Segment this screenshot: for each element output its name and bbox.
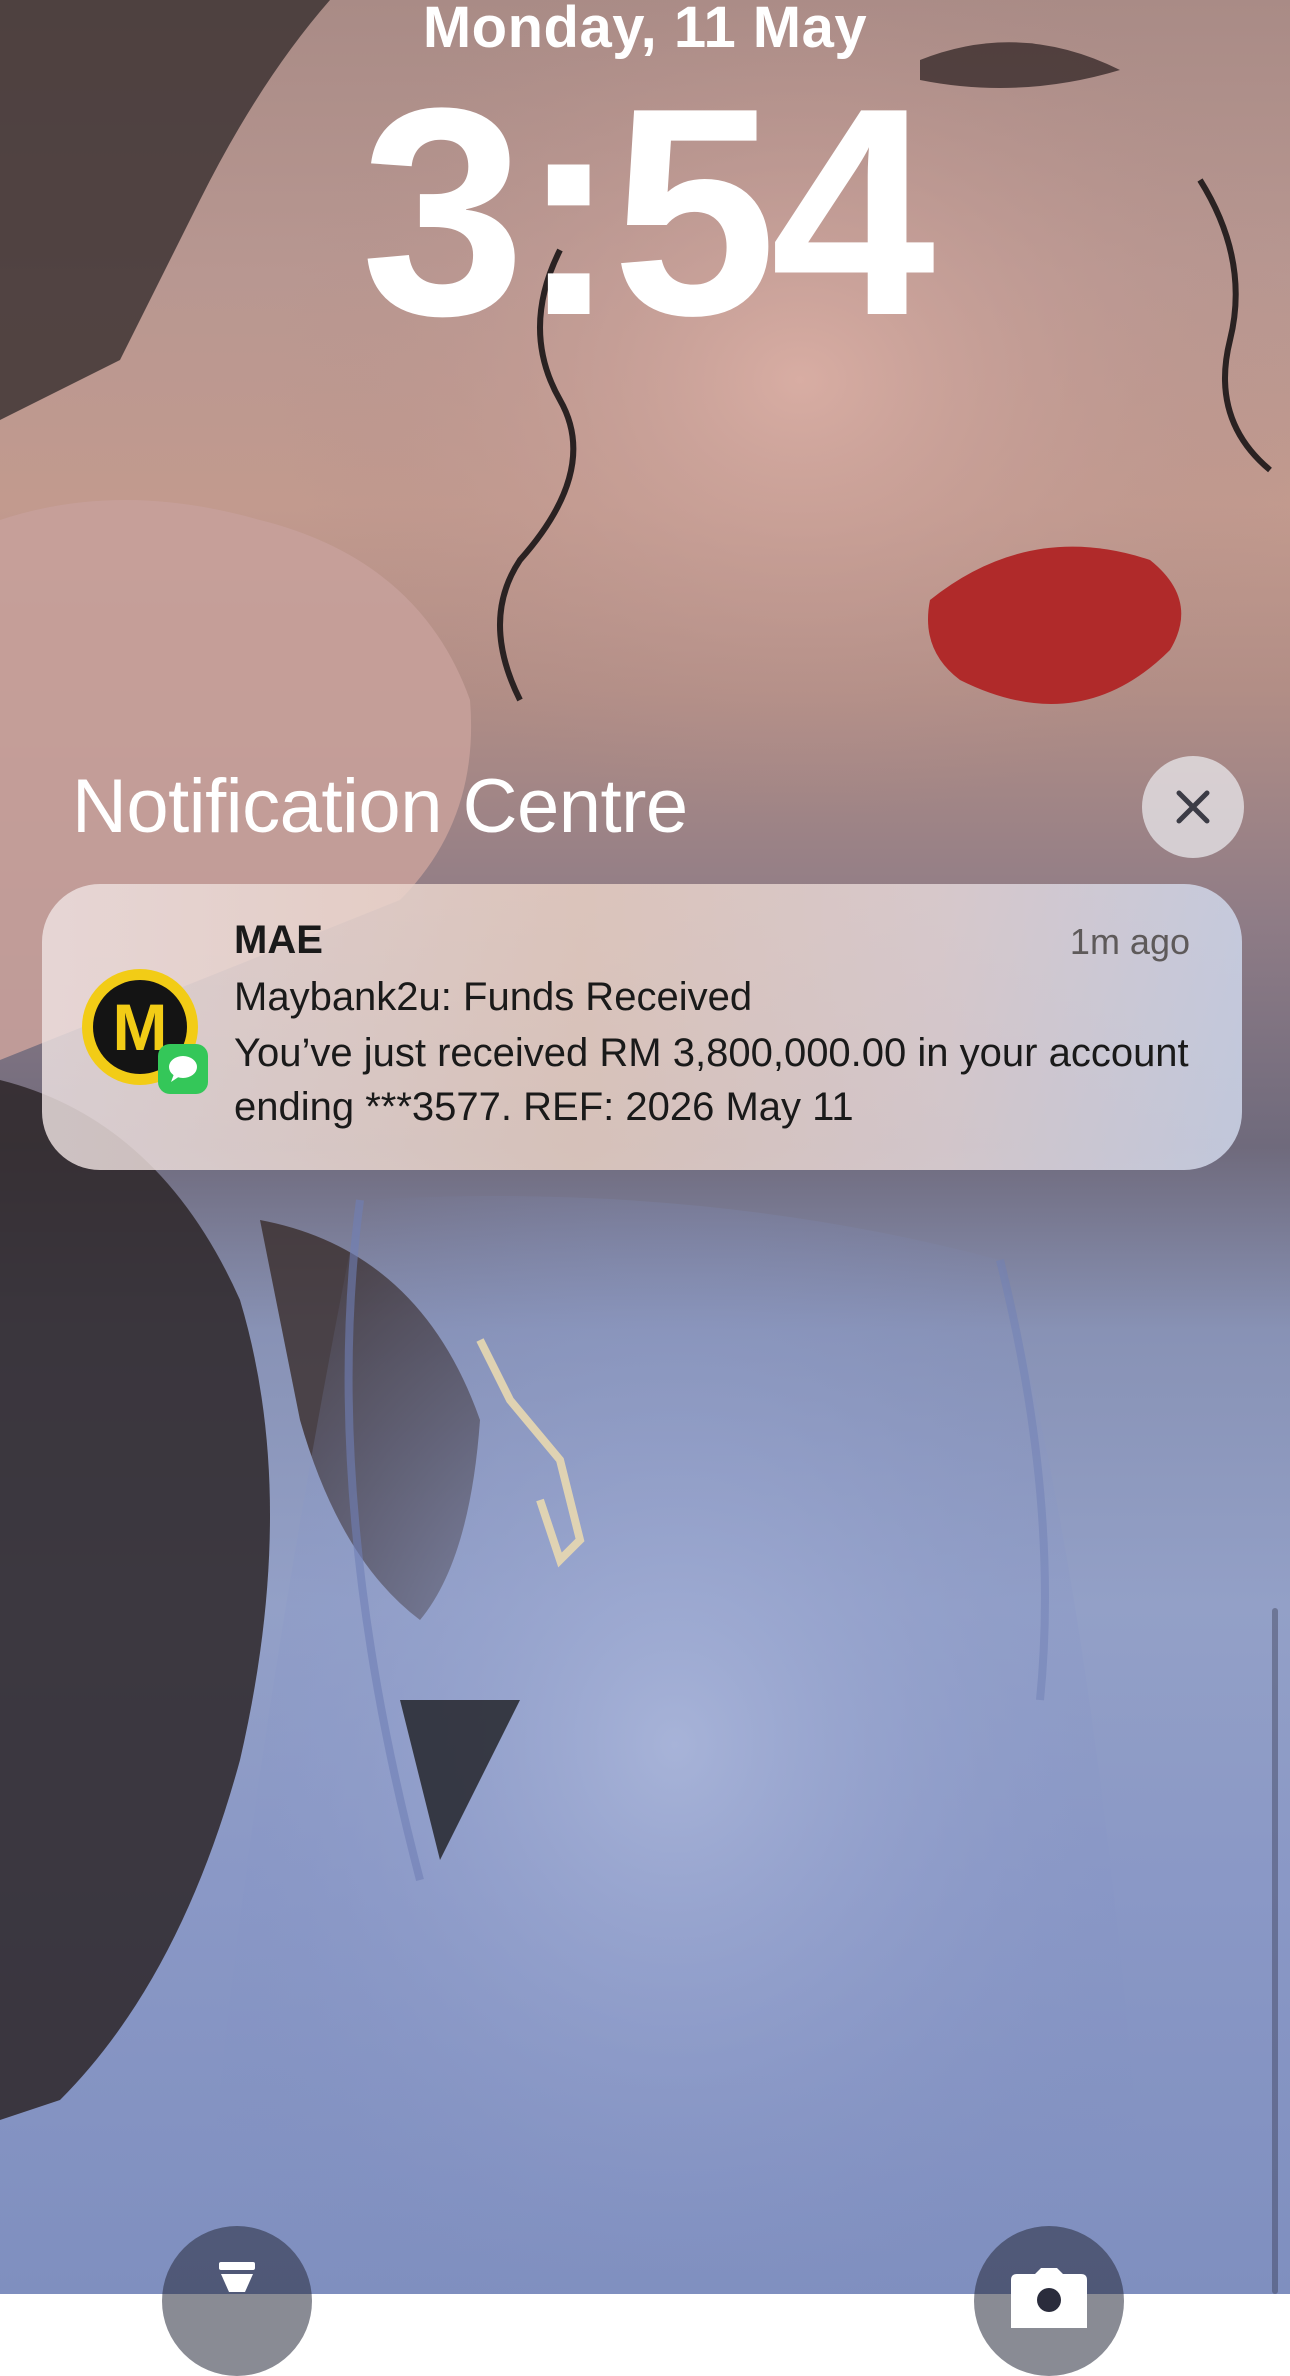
flashlight-button[interactable] xyxy=(162,2226,312,2376)
clear-notifications-button[interactable] xyxy=(1142,756,1244,858)
camera-icon xyxy=(1011,2268,1087,2328)
notification-time: 1m ago xyxy=(1069,921,1190,962)
notification-app-name: MAE xyxy=(234,918,323,962)
notification-card[interactable]: M MAE 1m ago Maybank2u: Funds Received Y… xyxy=(42,884,1242,1170)
lock-screen-time: 3:54 xyxy=(360,46,935,377)
camera-button[interactable] xyxy=(974,2226,1124,2376)
notification-title: Maybank2u: Funds Received xyxy=(234,975,753,1019)
message-bubble-icon xyxy=(169,1056,197,1082)
flashlight-icon xyxy=(219,2262,255,2292)
notification-body: You’ve just received RM 3,800,000.00 in … xyxy=(234,1031,1189,1129)
scroll-indicator xyxy=(1272,1608,1278,2294)
messages-icon xyxy=(158,1044,208,1094)
close-icon xyxy=(1176,790,1210,824)
notification-centre-title: Notification Centre xyxy=(72,764,688,849)
